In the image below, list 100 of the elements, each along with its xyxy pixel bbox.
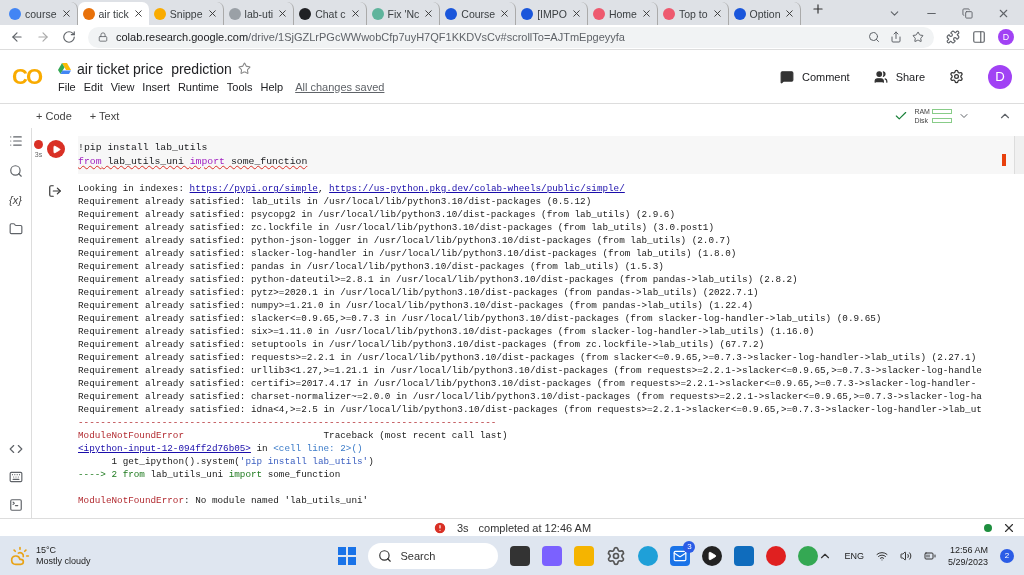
search-icon[interactable]: [868, 31, 880, 43]
output-line: Requirement already satisfied: slacker<=0.9.65,>=0.7.3 in /usr/local/lib/python3.10/dist-packages (from slacker-log-handler->lab_utils) (0.9.65): [78, 312, 882, 325]
start-icon[interactable]: [338, 546, 357, 565]
output-line: Requirement already satisfied: lab_utils in /usr/local/lib/python3.10/dist-packages (0.5.12): [78, 195, 592, 208]
close-icon[interactable]: [132, 8, 144, 19]
lock-icon: [98, 32, 108, 42]
output-line: <ipython-input-12-094ff2d76b05> in <cell line: 2>(): [78, 442, 363, 455]
play-icon: [51, 144, 61, 154]
close-icon[interactable]: [640, 8, 652, 19]
language-indicator[interactable]: ENG: [844, 550, 864, 561]
close-icon[interactable]: [206, 8, 218, 19]
side-panel-icon[interactable]: [972, 30, 986, 44]
notification-badge[interactable]: 2: [1000, 548, 1014, 563]
clock-date[interactable]: 5/29/2023: [947, 555, 988, 568]
profile-avatar[interactable]: D: [998, 29, 1014, 45]
link[interactable]: <ipython-input-12-094ff2d76b05>: [78, 443, 251, 454]
link[interactable]: https://pypi.org/simple: [189, 183, 318, 194]
scrollbar[interactable]: [1014, 136, 1024, 174]
media-player-icon[interactable]: [702, 545, 723, 566]
table-of-contents-icon[interactable]: [8, 134, 23, 148]
output-line: Requirement already satisfied: pytz>=2020.1 in /usr/local/lib/python3.10/dist-packages (from pandas->lab_utils) (2022.7.1): [78, 286, 759, 299]
weather-text: Mostly cloudy: [36, 555, 91, 567]
share-button[interactable]: Share: [873, 69, 925, 84]
output-line: Requirement already satisfied: python-dateutil>=2.8.1 in /usr/local/lib/python3.10/dist-packages (from pandas->lab_utils) (2.8.2): [78, 273, 798, 286]
close-icon[interactable]: [423, 8, 435, 19]
code-line: from lab_utils_uni import some_function: [78, 155, 308, 169]
output-line: Requirement already satisfied: urllib3<1.27,>=1.21.1 in /usr/local/lib/python3.10/dist-packages (from requests>=2.2.1->slacker<=0.9.65,>=0.7.3->slacker-log-handle: [78, 364, 982, 377]
output-line: Requirement already satisfied: setuptools in /usr/local/lib/python3.10/dist-packages (from zc.lockfile->lab_utils) (67.7.2): [78, 338, 765, 351]
output-line: ----> 2 from lab_utils_uni import some_function: [78, 468, 341, 481]
disk-meter: [932, 118, 952, 123]
error-marker: [1002, 154, 1006, 166]
taskbar-search[interactable]: Search: [368, 542, 499, 569]
output-line: ---------------------------------------------------------------------------: [78, 416, 497, 429]
settings-icon[interactable]: [949, 69, 964, 84]
add-code-button[interactable]: + Code: [32, 108, 76, 124]
back-icon[interactable]: [10, 30, 24, 44]
clock-time[interactable]: 12:56 AM: [949, 543, 988, 556]
output-line: Requirement already satisfied: idna<4,>=2.5 in /usr/local/lib/python3.10/dist-packages (from requests>=2.2.1->slacker<=0.9.65,>=0.7.3->slacker-log-handler->lab_ut: [78, 403, 982, 416]
close-icon[interactable]: [499, 8, 511, 19]
people-icon: [873, 69, 888, 84]
save-status-link[interactable]: All changes saved: [295, 80, 385, 93]
comment-button[interactable]: Comment: [779, 69, 850, 84]
link[interactable]: https://us-python.pkg.dev/colab-wheels/public/simple/: [329, 183, 625, 194]
terminal-icon[interactable]: [8, 498, 23, 512]
ram-meter: [931, 109, 952, 114]
keyboard-icon[interactable]: [8, 470, 23, 484]
menu-item[interactable]: Runtime: [177, 80, 219, 93]
close-icon[interactable]: [711, 8, 723, 19]
output-line: ModuleNotFoundError Traceback (most recent call last): [78, 429, 508, 442]
close-icon[interactable]: [349, 8, 361, 19]
temperature: 15°C: [36, 544, 58, 556]
restore-icon[interactable]: [962, 8, 973, 19]
mail-badge: 3: [683, 540, 696, 553]
output-line: Requirement already satisfied: charset-normalizer~=2.0.0 in /usr/local/lib/python3.10/dist-packages (from requests>=2.2.1->slacker<=0.9.65,>=0.7.3->slacker-log-ha: [78, 390, 982, 403]
close-icon[interactable]: [60, 8, 72, 19]
output-line: Requirement already satisfied: certifi>=2017.4.17 in /usr/local/lib/python3.10/dist-packages (from requests>=2.2.1->slacker<=0.9.65,>=0.7.3->slacker-log-handler-: [78, 377, 977, 390]
volume-icon[interactable]: [899, 549, 912, 562]
search-icon[interactable]: [8, 164, 23, 178]
output-line: Requirement already satisfied: pandas in /usr/local/lib/python3.10/dist-packages (from lab_utils) (1.5.3): [78, 260, 664, 273]
share-icon[interactable]: [890, 31, 902, 43]
check-icon: [894, 109, 909, 123]
output-line: ModuleNotFoundError: No module named 'lab_utils_uni': [78, 494, 369, 507]
output-line: Requirement already satisfied: requests>=2.2.1 in /usr/local/lib/python3.10/dist-packages (from slacker<=0.9.65,>=0.7.3->slacker-log-handler->lab_utils) (2.27.1): [78, 351, 977, 364]
output-line: Requirement already satisfied: python-json-logger in /usr/local/lib/python3.10/dist-packages (from lab_utils) (2.0.7): [78, 234, 731, 247]
puzzle-icon[interactable]: [946, 30, 960, 44]
star-icon[interactable]: [912, 31, 924, 43]
output-icon[interactable]: [48, 184, 62, 198]
new-tab-icon[interactable]: [811, 2, 826, 16]
menu-item[interactable]: View: [110, 80, 135, 93]
menu-item[interactable]: Edit: [83, 80, 103, 93]
notebook-title[interactable]: air ticket price prediction: [77, 60, 232, 77]
code-line: !pip install lab_utils: [78, 141, 208, 155]
code-icon[interactable]: [8, 442, 23, 456]
menu-item[interactable]: File: [58, 80, 76, 93]
star-icon[interactable]: [237, 62, 251, 75]
profile-avatar[interactable]: D: [988, 64, 1012, 89]
browser-tab[interactable]: air tick: [77, 2, 149, 25]
reload-icon[interactable]: [62, 30, 76, 44]
close-icon[interactable]: [277, 8, 289, 19]
code-editor[interactable]: !pip install lab_utils from lab_utils_uni import some_function: [78, 136, 1014, 174]
battery-icon[interactable]: [923, 549, 936, 562]
run-duration: 3s: [456, 521, 469, 534]
address-bar[interactable]: colab.research.google.com/drive/1SjGZLrPGcWWwobCfp7uyH7QF1KKDVsCv#scrollTo=AJTmEpgeyyfa: [88, 26, 934, 48]
output-line: Requirement already satisfied: psycopg2 in /usr/local/lib/python3.10/dist-packages (from lab_utils) (2.9.6): [78, 208, 675, 221]
output-line: Requirement already satisfied: six>=1.11.0 in /usr/local/lib/python3.10/dist-packages (from slacker-log-handler->lab_utils) (1.16.0): [78, 325, 815, 338]
menu-item[interactable]: Tools: [226, 80, 253, 93]
close-icon[interactable]: [784, 8, 796, 19]
run-button[interactable]: [47, 140, 65, 158]
weather-icon: [10, 545, 30, 566]
output-line: Requirement already satisfied: numpy>=1.21.0 in /usr/local/lib/python3.10/dist-packages (from pandas->lab_utils) (1.22.4): [78, 299, 754, 312]
comment-icon: [779, 69, 794, 84]
wifi-icon[interactable]: [875, 549, 888, 562]
close-icon[interactable]: [570, 8, 582, 19]
variables-icon[interactable]: {x}: [9, 194, 22, 206]
add-text-button[interactable]: + Text: [85, 108, 124, 124]
status-message: completed at 12:46 AM: [478, 521, 592, 534]
menu-item[interactable]: Insert: [142, 80, 170, 93]
search-icon: [378, 548, 393, 563]
settings-icon[interactable]: [606, 545, 627, 566]
menu-item[interactable]: Help: [260, 80, 284, 93]
